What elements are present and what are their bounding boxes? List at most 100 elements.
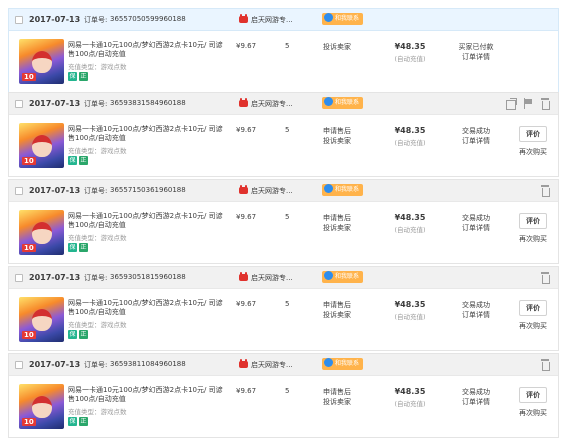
order-status: 交易成功 订单详情 (447, 387, 505, 407)
service-badges: 保正 (68, 417, 88, 426)
product-name-link[interactable]: 网易一卡通10元100点/梦幻西游2点卡10元/ 司谚售100点/自动充值 (68, 299, 228, 317)
shop-name: 启天网游专... (251, 361, 293, 369)
order-status: 买家已付款 订单详情 (447, 42, 505, 62)
share-icon[interactable] (506, 98, 517, 110)
product-name-link[interactable]: 网易一卡通10元100点/梦幻西游2点卡10元/ 司谚售100点/自动充值 (68, 41, 228, 59)
contact-seller-button[interactable]: 和我联系 (322, 271, 364, 283)
order-total: ¥48.35 (394, 42, 426, 51)
delivery-method: (自动充值) (394, 139, 426, 147)
order-number: 36557050599960188 (110, 15, 186, 23)
order-operations (540, 185, 550, 197)
order-card: 2017-07-13 订单号: 36593811084960188 启天网游专... 和… (8, 353, 559, 438)
order-header: 2017-07-13 订单号: 36557150361960188 启天网游专... 和… (9, 180, 558, 202)
product-thumbnail[interactable]: 10 (19, 123, 64, 168)
product-name-link[interactable]: 网易一卡通10元100点/梦幻西游2点卡10元/ 司谚售100点/自动充值 (68, 386, 228, 404)
order-total: ¥48.35 (394, 300, 426, 309)
status-text: 交易成功 (462, 388, 490, 396)
contact-label: 和我联系 (335, 186, 360, 193)
unit-price: ¥9.67 (236, 42, 257, 50)
chat-icon (324, 184, 333, 193)
shop-name: 启天网游专... (251, 100, 293, 108)
order-details-link[interactable]: 订单详情 (447, 136, 505, 146)
order-number: 36593811084960188 (110, 360, 186, 368)
shop-link[interactable]: 启天网游专... (239, 98, 293, 109)
shop-link[interactable]: 启天网游专... (239, 185, 293, 196)
review-button[interactable]: 评价 (519, 126, 547, 142)
order-number-label: 订单号: (84, 187, 108, 195)
after-sale-links[interactable]: 申请售后 投诉卖家 (309, 127, 365, 146)
buy-again-link[interactable]: 再次购买 (509, 234, 557, 244)
product-thumbnail[interactable]: 10 (19, 384, 64, 429)
status-text: 交易成功 (462, 127, 490, 135)
order-checkbox[interactable] (15, 361, 23, 369)
order-details-link[interactable]: 订单详情 (447, 223, 505, 233)
delivery-method: (自动充值) (394, 226, 426, 234)
order-checkbox[interactable] (15, 100, 23, 108)
guarantee-badge: 保 (68, 156, 77, 165)
quantity: 5 (285, 300, 290, 308)
order-checkbox[interactable] (15, 274, 23, 282)
shop-icon (239, 185, 248, 194)
review-button[interactable]: 评价 (519, 300, 547, 316)
order-details-link[interactable]: 订单详情 (447, 52, 505, 62)
review-button[interactable]: 评价 (519, 387, 547, 403)
trash-icon[interactable] (540, 359, 550, 371)
contact-seller-button[interactable]: 和我联系 (322, 358, 364, 370)
thumbnail-tag: 10 (22, 418, 36, 426)
genuine-badge: 正 (79, 72, 88, 81)
character-art (32, 135, 52, 157)
order-number: 36593831584960188 (110, 99, 186, 107)
contact-seller-button[interactable]: 和我联系 (322, 97, 364, 109)
order-total: ¥48.35 (394, 213, 426, 222)
product-thumbnail[interactable]: 10 (19, 297, 64, 342)
chat-icon (324, 358, 333, 367)
after-sale-links[interactable]: 申请售后 投诉卖家 (309, 388, 365, 407)
buy-again-link[interactable]: 再次购买 (509, 408, 557, 418)
product-thumbnail[interactable]: 10 (19, 210, 64, 255)
order-number: 36557150361960188 (110, 186, 186, 194)
after-sale-links[interactable]: 投诉卖家 (309, 43, 365, 53)
product-name-link[interactable]: 网易一卡通10元100点/梦幻西游2点卡10元/ 司谚售100点/自动充值 (68, 212, 228, 230)
after-sale-links[interactable]: 申请售后 投诉卖家 (309, 214, 365, 233)
order-header: 2017-07-13 订单号: 36593831584960188 启天网游专... 和… (9, 93, 558, 115)
order-operations (506, 98, 550, 110)
character-art (32, 309, 52, 331)
buy-again-link[interactable]: 再次购买 (509, 321, 557, 331)
order-header: 2017-07-13 订单号: 36593051815960188 启天网游专... 和… (9, 267, 558, 289)
chat-icon (324, 13, 333, 22)
product-name-link[interactable]: 网易一卡通10元100点/梦幻西游2点卡10元/ 司谚售100点/自动充值 (68, 125, 228, 143)
after-sale-links[interactable]: 申请售后 投诉卖家 (309, 301, 365, 320)
shop-link[interactable]: 启天网游专... (239, 272, 293, 283)
shop-icon (239, 359, 248, 368)
flag-icon[interactable] (523, 98, 533, 109)
review-button[interactable]: 评价 (519, 213, 547, 229)
delivery-method: (自动充值) (394, 313, 426, 321)
product-thumbnail[interactable]: 10 (19, 39, 64, 84)
order-card: 2017-07-13 订单号: 36557050599960188 启天网游专... 和… (8, 8, 559, 93)
service-badges: 保正 (68, 243, 88, 252)
contact-seller-button[interactable]: 和我联系 (322, 184, 364, 196)
buy-again-link[interactable]: 再次购买 (509, 147, 557, 157)
order-checkbox[interactable] (15, 16, 23, 24)
order-details-link[interactable]: 订单详情 (447, 397, 505, 407)
order-operations (540, 359, 550, 371)
order-date: 2017-07-13 (29, 99, 81, 108)
shop-link[interactable]: 启天网游专... (239, 14, 293, 25)
unit-price: ¥9.67 (236, 126, 257, 134)
contact-label: 和我联系 (335, 15, 360, 22)
order-checkbox[interactable] (15, 187, 23, 195)
trash-icon[interactable] (540, 98, 550, 110)
order-details-link[interactable]: 订单详情 (447, 310, 505, 320)
trash-icon[interactable] (540, 185, 550, 197)
quantity: 5 (285, 387, 290, 395)
shop-link[interactable]: 启天网游专... (239, 359, 293, 370)
order-body: 10 网易一卡通10元100点/梦幻西游2点卡10元/ 司谚售100点/自动充值充… (9, 289, 558, 350)
contact-seller-button[interactable]: 和我联系 (322, 13, 364, 25)
trash-icon[interactable] (540, 272, 550, 284)
chat-icon (324, 271, 333, 280)
order-body: 10 网易一卡通10元100点/梦幻西游2点卡10元/ 司谚售100点/自动充值充… (9, 202, 558, 263)
shop-icon (239, 272, 248, 281)
order-status: 交易成功 订单详情 (447, 126, 505, 146)
order-date: 2017-07-13 (29, 186, 81, 195)
delivery-method: (自动充值) (394, 55, 426, 63)
